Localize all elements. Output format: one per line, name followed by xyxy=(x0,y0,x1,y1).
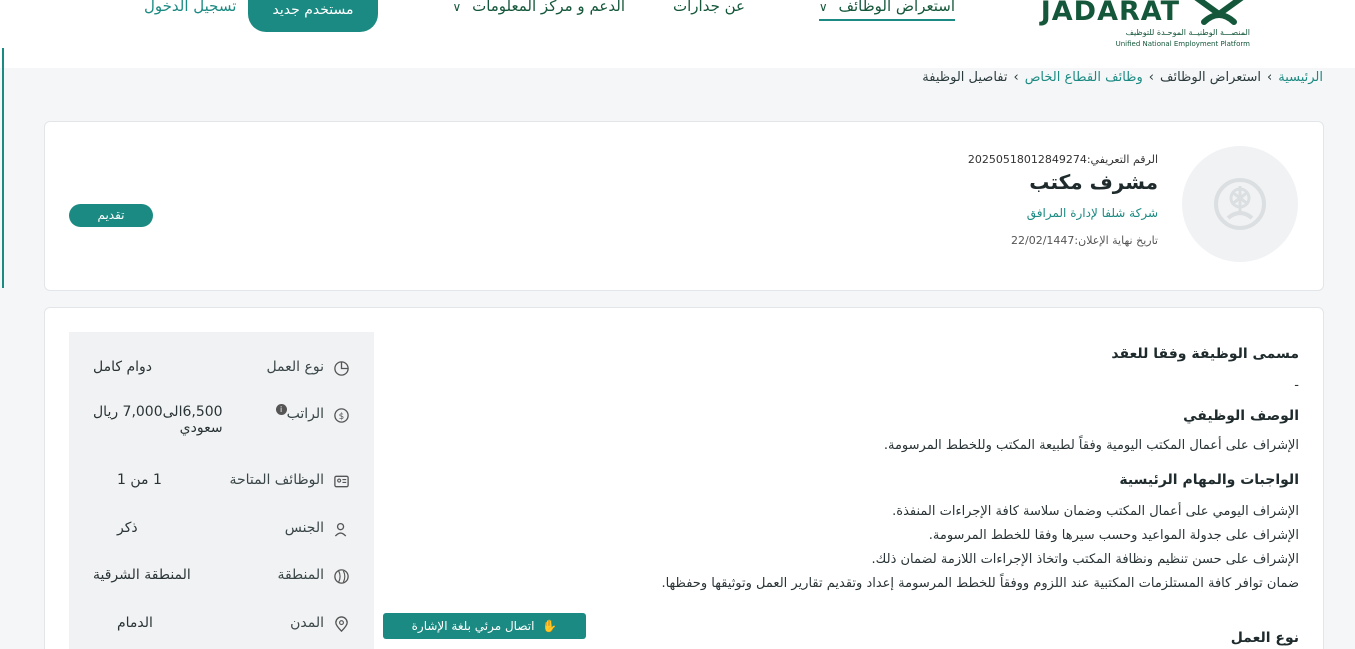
svg-text:$: $ xyxy=(339,412,344,422)
job-id: الرقم التعريفي:20250518012849274 xyxy=(967,153,1158,166)
salary-currency: سعودي xyxy=(179,420,223,436)
location-pin-icon xyxy=(335,616,348,633)
duty-item: ضمان توافر كافة المستلزمات المكتبية عند … xyxy=(661,576,1299,591)
company-avatar xyxy=(1182,146,1298,262)
logo-tagline-ar: المنصـــة الوطنيــة الموحـدة للتوظيف xyxy=(1125,28,1250,37)
salary-range: 6,500الى7,000 ريال xyxy=(93,404,223,420)
attr-value: 1 من 1 xyxy=(117,472,162,488)
job-attributes-panel: نوع العمل دوام كامل $ الراتبi 6,500الى7,… xyxy=(69,332,374,649)
company-placeholder-icon xyxy=(1214,178,1266,230)
nav-browse-jobs-label: استعراض الوظائف xyxy=(838,0,955,15)
contract-title-value: - xyxy=(1294,378,1299,393)
attr-value: الدمام xyxy=(117,615,153,631)
left-accent-bar xyxy=(2,48,4,288)
next-section-heading: نوع العمل xyxy=(1230,630,1299,646)
job-details-card: مسمى الوظيفة وفقا للعقد - الوصف الوظيفي … xyxy=(44,307,1324,649)
attr-label: المدن xyxy=(290,615,324,631)
description-heading: الوصف الوظيفي xyxy=(1183,408,1299,424)
breadcrumb-private-sector[interactable]: وظائف القطاع الخاص xyxy=(1025,70,1143,85)
attr-label: الجنس xyxy=(284,520,324,536)
breadcrumb-separator: › xyxy=(1148,70,1154,85)
logo-wordmark: JADARAT xyxy=(1040,0,1180,27)
breadcrumb-browse-jobs[interactable]: استعراض الوظائف xyxy=(1160,70,1261,85)
salary-label-text: الراتب xyxy=(286,406,324,422)
login-link[interactable]: تسجيل الدخول xyxy=(144,0,236,15)
job-deadline: تاريخ نهاية الإعلان:22/02/1447 xyxy=(1011,234,1158,247)
breadcrumb-separator: › xyxy=(1267,70,1273,85)
breadcrumb: الرئيسية › استعراض الوظائف › وظائف القطاع ال… xyxy=(922,70,1323,85)
chevron-down-icon: ∨ xyxy=(452,0,462,14)
attr-value: المنطقة الشرقية xyxy=(93,567,191,583)
breadcrumb-home[interactable]: الرئيسية xyxy=(1278,70,1323,85)
jadarat-logo-mark-icon xyxy=(1194,0,1244,25)
attr-label: نوع العمل xyxy=(266,359,324,375)
info-icon[interactable]: i xyxy=(275,404,287,415)
jadarat-logo[interactable]: JADARAT المنصـــة الوطنيــة الموحـدة للت… xyxy=(1041,0,1250,56)
attr-value: 6,500الى7,000 ريال سعودي xyxy=(93,404,223,436)
nav-browse-jobs[interactable]: استعراض الوظائف ∨ xyxy=(818,0,955,21)
pie-chart-icon xyxy=(334,361,349,376)
new-user-button[interactable]: مستخدم جديد xyxy=(248,0,378,32)
breadcrumb-separator: › xyxy=(1013,70,1019,85)
apply-button[interactable]: تقديم xyxy=(69,204,153,227)
attr-value: دوام كامل xyxy=(93,359,153,375)
chevron-down-icon: ∨ xyxy=(818,0,828,14)
duty-item: الإشراف على حسن تنظيم ونظافة المكتب واتخ… xyxy=(871,552,1299,567)
job-summary-card: الرقم التعريفي:20250518012849274 مشرف مك… xyxy=(44,121,1324,291)
region-map-icon xyxy=(334,569,349,584)
duties-heading: الواجبات والمهام الرئيسية xyxy=(1119,472,1299,488)
nav-about-label: عن جدارات xyxy=(673,0,745,15)
logo-tagline-en: Unified National Employment Platform xyxy=(1115,40,1250,48)
job-title: مشرف مكتب xyxy=(1029,170,1158,194)
site-header: JADARAT المنصـــة الوطنيــة الموحـدة للت… xyxy=(0,0,1355,68)
company-link[interactable]: شركة شلفا لإدارة المرافق xyxy=(1027,206,1158,220)
sign-language-hand-icon: ✋ xyxy=(542,619,558,633)
attr-label: الوظائف المتاحة xyxy=(229,472,324,488)
sign-language-label: اتصال مرئي بلغة الإشارة xyxy=(411,619,535,633)
sign-language-call-button[interactable]: ✋ اتصال مرئي بلغة الإشارة xyxy=(383,613,586,639)
nav-support-label: الدعم و مركز المعلومات xyxy=(472,0,625,15)
nav-about[interactable]: عن جدارات xyxy=(673,0,745,15)
attr-value: ذكر xyxy=(117,520,138,536)
person-icon xyxy=(334,522,347,537)
money-icon: $ xyxy=(334,408,349,423)
attr-label: المنطقة xyxy=(277,567,324,583)
id-card-icon xyxy=(334,475,349,488)
duty-item: الإشراف اليومي على أعمال المكتب وضمان سل… xyxy=(892,504,1299,519)
nav-support[interactable]: الدعم و مركز المعلومات ∨ xyxy=(453,0,626,15)
attr-label: الراتبi xyxy=(272,404,324,422)
breadcrumb-current: تفاصيل الوظيفة xyxy=(922,70,1008,85)
duty-item: الإشراف على جدولة المواعيد وحسب سيرها وف… xyxy=(928,528,1299,543)
description-text: الإشراف على أعمال المكتب اليومية وفقاً ل… xyxy=(883,438,1299,453)
contract-title-heading: مسمى الوظيفة وفقا للعقد xyxy=(1111,346,1299,362)
